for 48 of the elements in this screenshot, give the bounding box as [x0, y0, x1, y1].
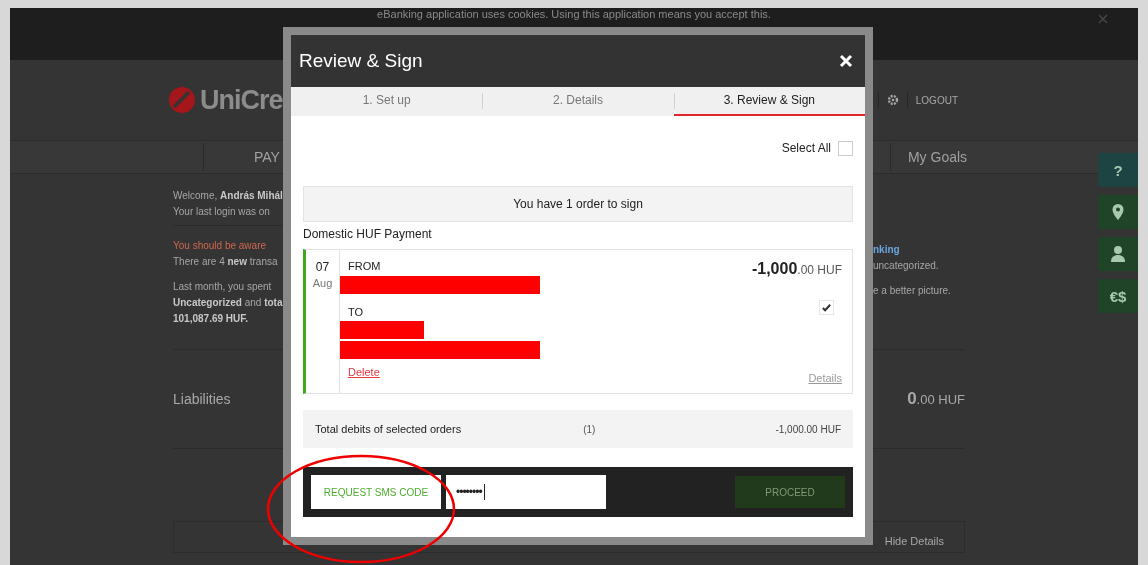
step-tab[interactable]: 3. Review & Sign — [673, 87, 865, 116]
nav-item[interactable]: My Goals — [889, 143, 968, 171]
dialog-title: Review & Sign — [299, 50, 423, 72]
total-count: (1) — [583, 423, 596, 435]
info-text: Welcome, András Mihál — [173, 189, 283, 203]
step-tab[interactable]: 2. Details — [482, 87, 674, 116]
side-button[interactable]: ? — [1098, 153, 1138, 187]
info-text: Last month, you spent — [173, 280, 273, 294]
side-button[interactable]: €$ — [1098, 279, 1138, 313]
to-label: TO — [348, 306, 365, 318]
total-amount: -1,000.00 HUF — [775, 423, 841, 435]
info-text: There are 4 new transa — [173, 255, 279, 269]
info-text: e a better picture. — [873, 284, 952, 298]
liabilities-label: Liabilities — [173, 391, 231, 407]
request-sms-button[interactable]: REQUEST SMS CODE — [311, 475, 441, 509]
summary-banner: You have 1 order to sign — [303, 186, 853, 222]
logo-icon — [168, 86, 196, 114]
hide-details-link[interactable]: Hide Details — [884, 535, 944, 548]
checkbox[interactable] — [838, 140, 853, 156]
side-button[interactable] — [1098, 195, 1138, 229]
settings-icon[interactable] — [886, 94, 899, 106]
liabilities-amount: 0.00 HUF — [907, 389, 965, 409]
info-text: uncategorized. — [873, 259, 940, 273]
logout-link[interactable]: LOGOUT — [915, 94, 958, 106]
info-text: Uncategorized and tota — [173, 296, 283, 310]
banking-link[interactable]: nking — [873, 242, 983, 258]
total-label: Total debits of selected orders — [315, 423, 462, 435]
info-text: Your last login was on — [173, 205, 271, 219]
location-pin-icon — [1110, 203, 1126, 221]
order-amount: -1,000.00 HUF — [751, 260, 842, 278]
logo-text: UniCre — [200, 84, 283, 116]
sms-code-field[interactable]: •••••••• — [446, 475, 606, 509]
from-label: FROM — [348, 260, 382, 272]
step-tab[interactable]: 1. Set up — [291, 87, 483, 116]
order-month: Aug — [312, 277, 333, 289]
person-icon — [1110, 245, 1126, 263]
checkbox[interactable] — [819, 300, 834, 315]
delete-link[interactable]: Delete — [348, 366, 380, 378]
checkmark-icon — [821, 302, 832, 313]
order-day: 07 — [315, 260, 330, 274]
side-button[interactable] — [1098, 237, 1138, 271]
nav-item[interactable]: PAY — [203, 143, 280, 171]
alert-text: You should be aware — [173, 239, 268, 253]
info-text: 101,087.69 HUF. — [173, 312, 250, 326]
cookie-notice: eBanking application uses cookies. Using this application means you accept this. — [377, 8, 771, 20]
group-title: Domestic HUF Payment — [303, 227, 433, 241]
details-link[interactable]: Details — [808, 372, 842, 384]
select-all-label: Select All — [781, 141, 831, 155]
